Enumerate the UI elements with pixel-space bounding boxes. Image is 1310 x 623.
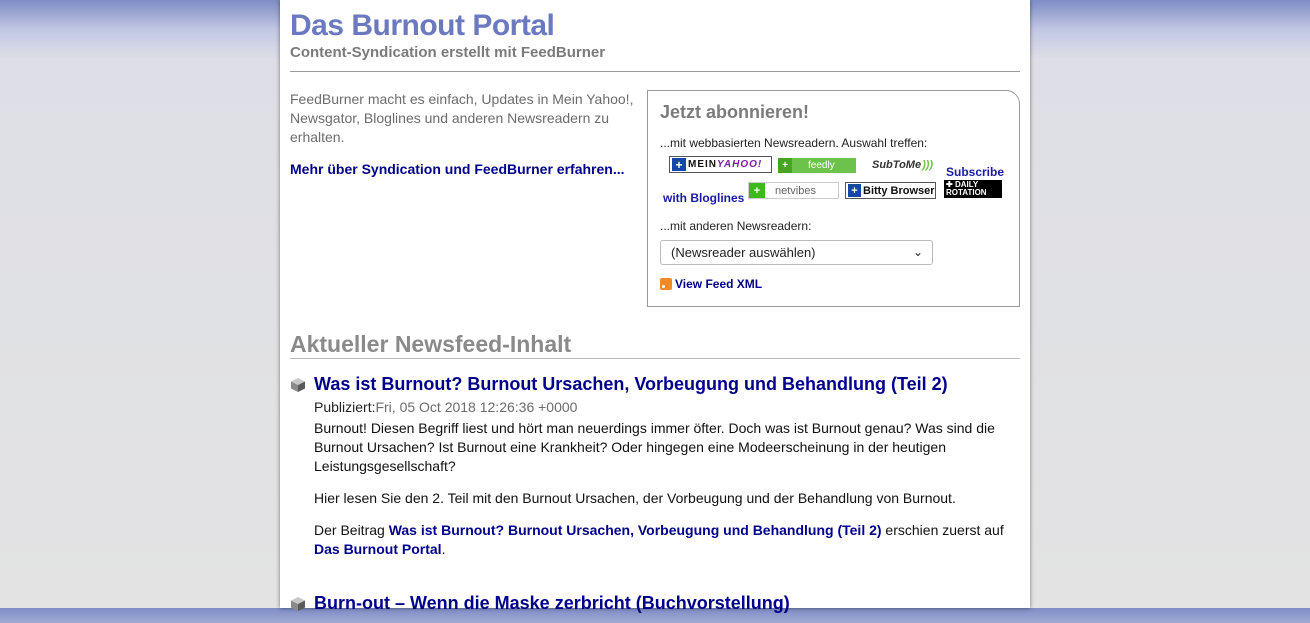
newsreader-select[interactable]: (Newsreader auswählen) ⌄	[660, 240, 933, 265]
feed-item: Burn-out – Wenn die Maske zerbricht (Buc…	[290, 593, 1010, 623]
view-feed-xml-link[interactable]: View Feed XML	[660, 277, 762, 291]
subscribe-link[interactable]: Subscribe	[946, 165, 1004, 179]
feedly-button[interactable]: + feedly	[778, 158, 856, 173]
rss-icon	[660, 278, 672, 290]
cube-icon	[291, 597, 305, 611]
daily-rotation-button[interactable]: ✚ DAILY ROTATION	[944, 180, 1002, 198]
feed-item-published: Publiziert:Fri, 05 Oct 2018 12:26:36 +00…	[314, 399, 577, 415]
intro-section: FeedBurner macht es einfach, Updates in …	[290, 90, 640, 179]
published-label: Publiziert:	[314, 399, 376, 415]
plus-icon: +	[749, 183, 765, 198]
bitty-browser-button[interactable]: + Bitty Browser	[845, 182, 936, 199]
site-subtitle: Content-Syndication erstellt mit FeedBur…	[290, 44, 606, 61]
feed-item-paragraph: Hier lesen Sie den 2. Teil mit den Burno…	[314, 490, 956, 506]
my-yahoo-button[interactable]: + MEINYAHOO!	[669, 156, 772, 173]
feed-item-title[interactable]: Burn-out – Wenn die Maske zerbricht (Buc…	[314, 593, 790, 614]
syndication-info-link[interactable]: Mehr über Syndication und FeedBurner erf…	[290, 161, 625, 177]
netvibes-label: netvibes	[775, 184, 816, 197]
header-divider	[290, 71, 1020, 72]
bitty-label: Bitty Browser	[863, 184, 935, 197]
plus-icon: +	[848, 184, 861, 197]
feed-heading: Aktueller Newsfeed-Inhalt	[290, 331, 572, 357]
other-readers-label: ...mit anderen Newsreadern:	[660, 219, 812, 233]
site-title: Das Burnout Portal	[290, 9, 555, 42]
page-container: Das Burnout Portal Content-Syndication e…	[280, 0, 1030, 613]
intro-text: FeedBurner macht es einfach, Updates in …	[290, 91, 634, 145]
site-link[interactable]: Das Burnout Portal	[314, 541, 442, 557]
feed-item-paragraph: Burnout! Diesen Begriff liest und hört m…	[314, 420, 995, 474]
view-feed-xml-label: View Feed XML	[675, 277, 763, 291]
plus-icon: +	[778, 158, 792, 173]
cube-icon	[291, 378, 305, 392]
newsreader-select-value: (Newsreader auswählen)	[671, 245, 816, 260]
yahoo-prefix: MEIN	[688, 159, 717, 170]
subtome-button[interactable]: SubToMe)))	[872, 157, 934, 173]
netvibes-button[interactable]: + netvibes	[748, 182, 839, 199]
feedly-label: feedly	[808, 160, 835, 171]
daily-line2: ROTATION	[946, 188, 987, 197]
signal-icon: )))	[922, 159, 934, 171]
feed-item-source-line: Der Beitrag Was ist Burnout? Burnout Urs…	[314, 522, 1004, 557]
subscribe-heading: Jetzt abonnieren!	[660, 102, 810, 122]
header: Das Burnout Portal Content-Syndication e…	[290, 8, 1020, 62]
plus-icon: +	[672, 158, 686, 172]
feed-item: Was ist Burnout? Burnout Ursachen, Vorbe…	[290, 374, 1010, 574]
subscribe-box: Jetzt abonnieren! ...mit webbasierten Ne…	[647, 90, 1020, 307]
yahoo-brand: YAHOO!	[717, 159, 763, 170]
feed-item-title[interactable]: Was ist Burnout? Burnout Ursachen, Vorbe…	[314, 374, 948, 395]
published-date: Fri, 05 Oct 2018 12:26:36 +0000	[375, 399, 578, 415]
feed-divider	[290, 358, 1020, 359]
chevron-down-icon: ⌄	[912, 245, 923, 259]
post-link[interactable]: Was ist Burnout? Burnout Ursachen, Vorbe…	[389, 522, 882, 538]
subtome-label: SubToMe	[872, 159, 922, 171]
with-bloglines-link[interactable]: with Bloglines	[663, 191, 744, 205]
web-readers-label: ...mit webbasierten Newsreadern. Auswahl…	[660, 136, 928, 150]
feed-item-body: Burnout! Diesen Begriff liest und hört m…	[314, 419, 1004, 572]
